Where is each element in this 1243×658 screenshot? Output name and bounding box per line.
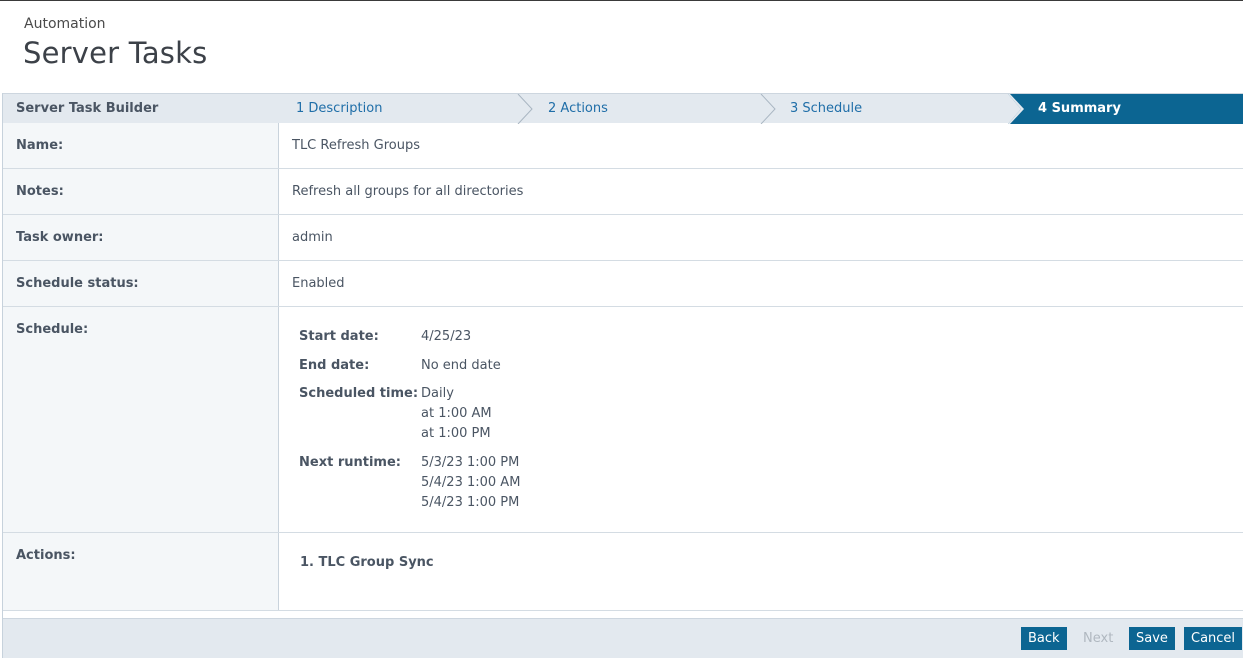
wizard-steps-bar: Server Task Builder 1 Description 2 Acti… (3, 93, 1243, 124)
step-active-arrow-icon (1008, 94, 1024, 124)
page-title: Server Tasks (23, 36, 208, 70)
status-label: Schedule status: (16, 276, 139, 291)
owner-value: admin (292, 230, 333, 245)
cancel-button[interactable]: Cancel (1184, 627, 1243, 650)
breadcrumb[interactable]: Automation (24, 16, 106, 32)
summary-row-status: Schedule status: Enabled (3, 261, 1243, 307)
summary-row-owner: Task owner: admin (3, 215, 1243, 261)
status-value: Enabled (292, 276, 345, 291)
notes-label: Notes: (16, 184, 64, 199)
scheduled-time-label: Scheduled time: (299, 386, 419, 401)
top-border (0, 0, 1243, 1)
name-value: TLC Refresh Groups (292, 138, 420, 153)
start-date-value: 4/25/23 (421, 329, 472, 344)
scheduled-time-value: Daily (421, 386, 454, 401)
next-runtime-label: Next runtime: (299, 455, 401, 470)
next-runtime-value: 5/4/23 1:00 AM (421, 475, 521, 490)
next-button: Next (1076, 627, 1120, 650)
action-list-item: 1. TLC Group Sync (300, 555, 434, 570)
step-separator-icon (517, 94, 533, 124)
wizard-title: Server Task Builder (16, 101, 159, 116)
next-runtime-value: 5/3/23 1:00 PM (421, 455, 520, 470)
back-button[interactable]: Back (1021, 627, 1067, 650)
owner-label: Task owner: (16, 230, 104, 245)
server-task-builder: Server Task Builder 1 Description 2 Acti… (2, 93, 1243, 658)
next-runtime-value: 5/4/23 1:00 PM (421, 495, 520, 510)
name-label: Name: (16, 138, 64, 153)
schedule-label: Schedule: (16, 322, 89, 337)
end-date-label: End date: (299, 358, 370, 373)
step-schedule[interactable]: 3 Schedule (790, 101, 862, 116)
step-actions[interactable]: 2 Actions (548, 101, 608, 116)
step-separator-icon (760, 94, 776, 124)
summary-row-actions: Actions: (3, 533, 1243, 611)
scheduled-time-value: at 1:00 PM (421, 426, 491, 441)
wizard-footer: Back Next Save Cancel (3, 618, 1243, 658)
actions-label: Actions: (16, 548, 76, 563)
step-summary-active[interactable]: 4 Summary (1008, 94, 1243, 124)
scheduled-time-value: at 1:00 AM (421, 406, 492, 421)
summary-row-notes: Notes: Refresh all groups for all direct… (3, 169, 1243, 215)
step-description[interactable]: 1 Description (296, 101, 382, 116)
summary-row-name: Name: TLC Refresh Groups (3, 123, 1243, 169)
save-button[interactable]: Save (1129, 627, 1175, 650)
start-date-label: Start date: (299, 329, 379, 344)
summary-row-schedule: Schedule: Start date: 4/25/23 End date: … (3, 307, 1243, 533)
end-date-value: No end date (421, 358, 501, 373)
step-summary-label: 4 Summary (1038, 101, 1121, 116)
notes-value: Refresh all groups for all directories (292, 184, 524, 199)
